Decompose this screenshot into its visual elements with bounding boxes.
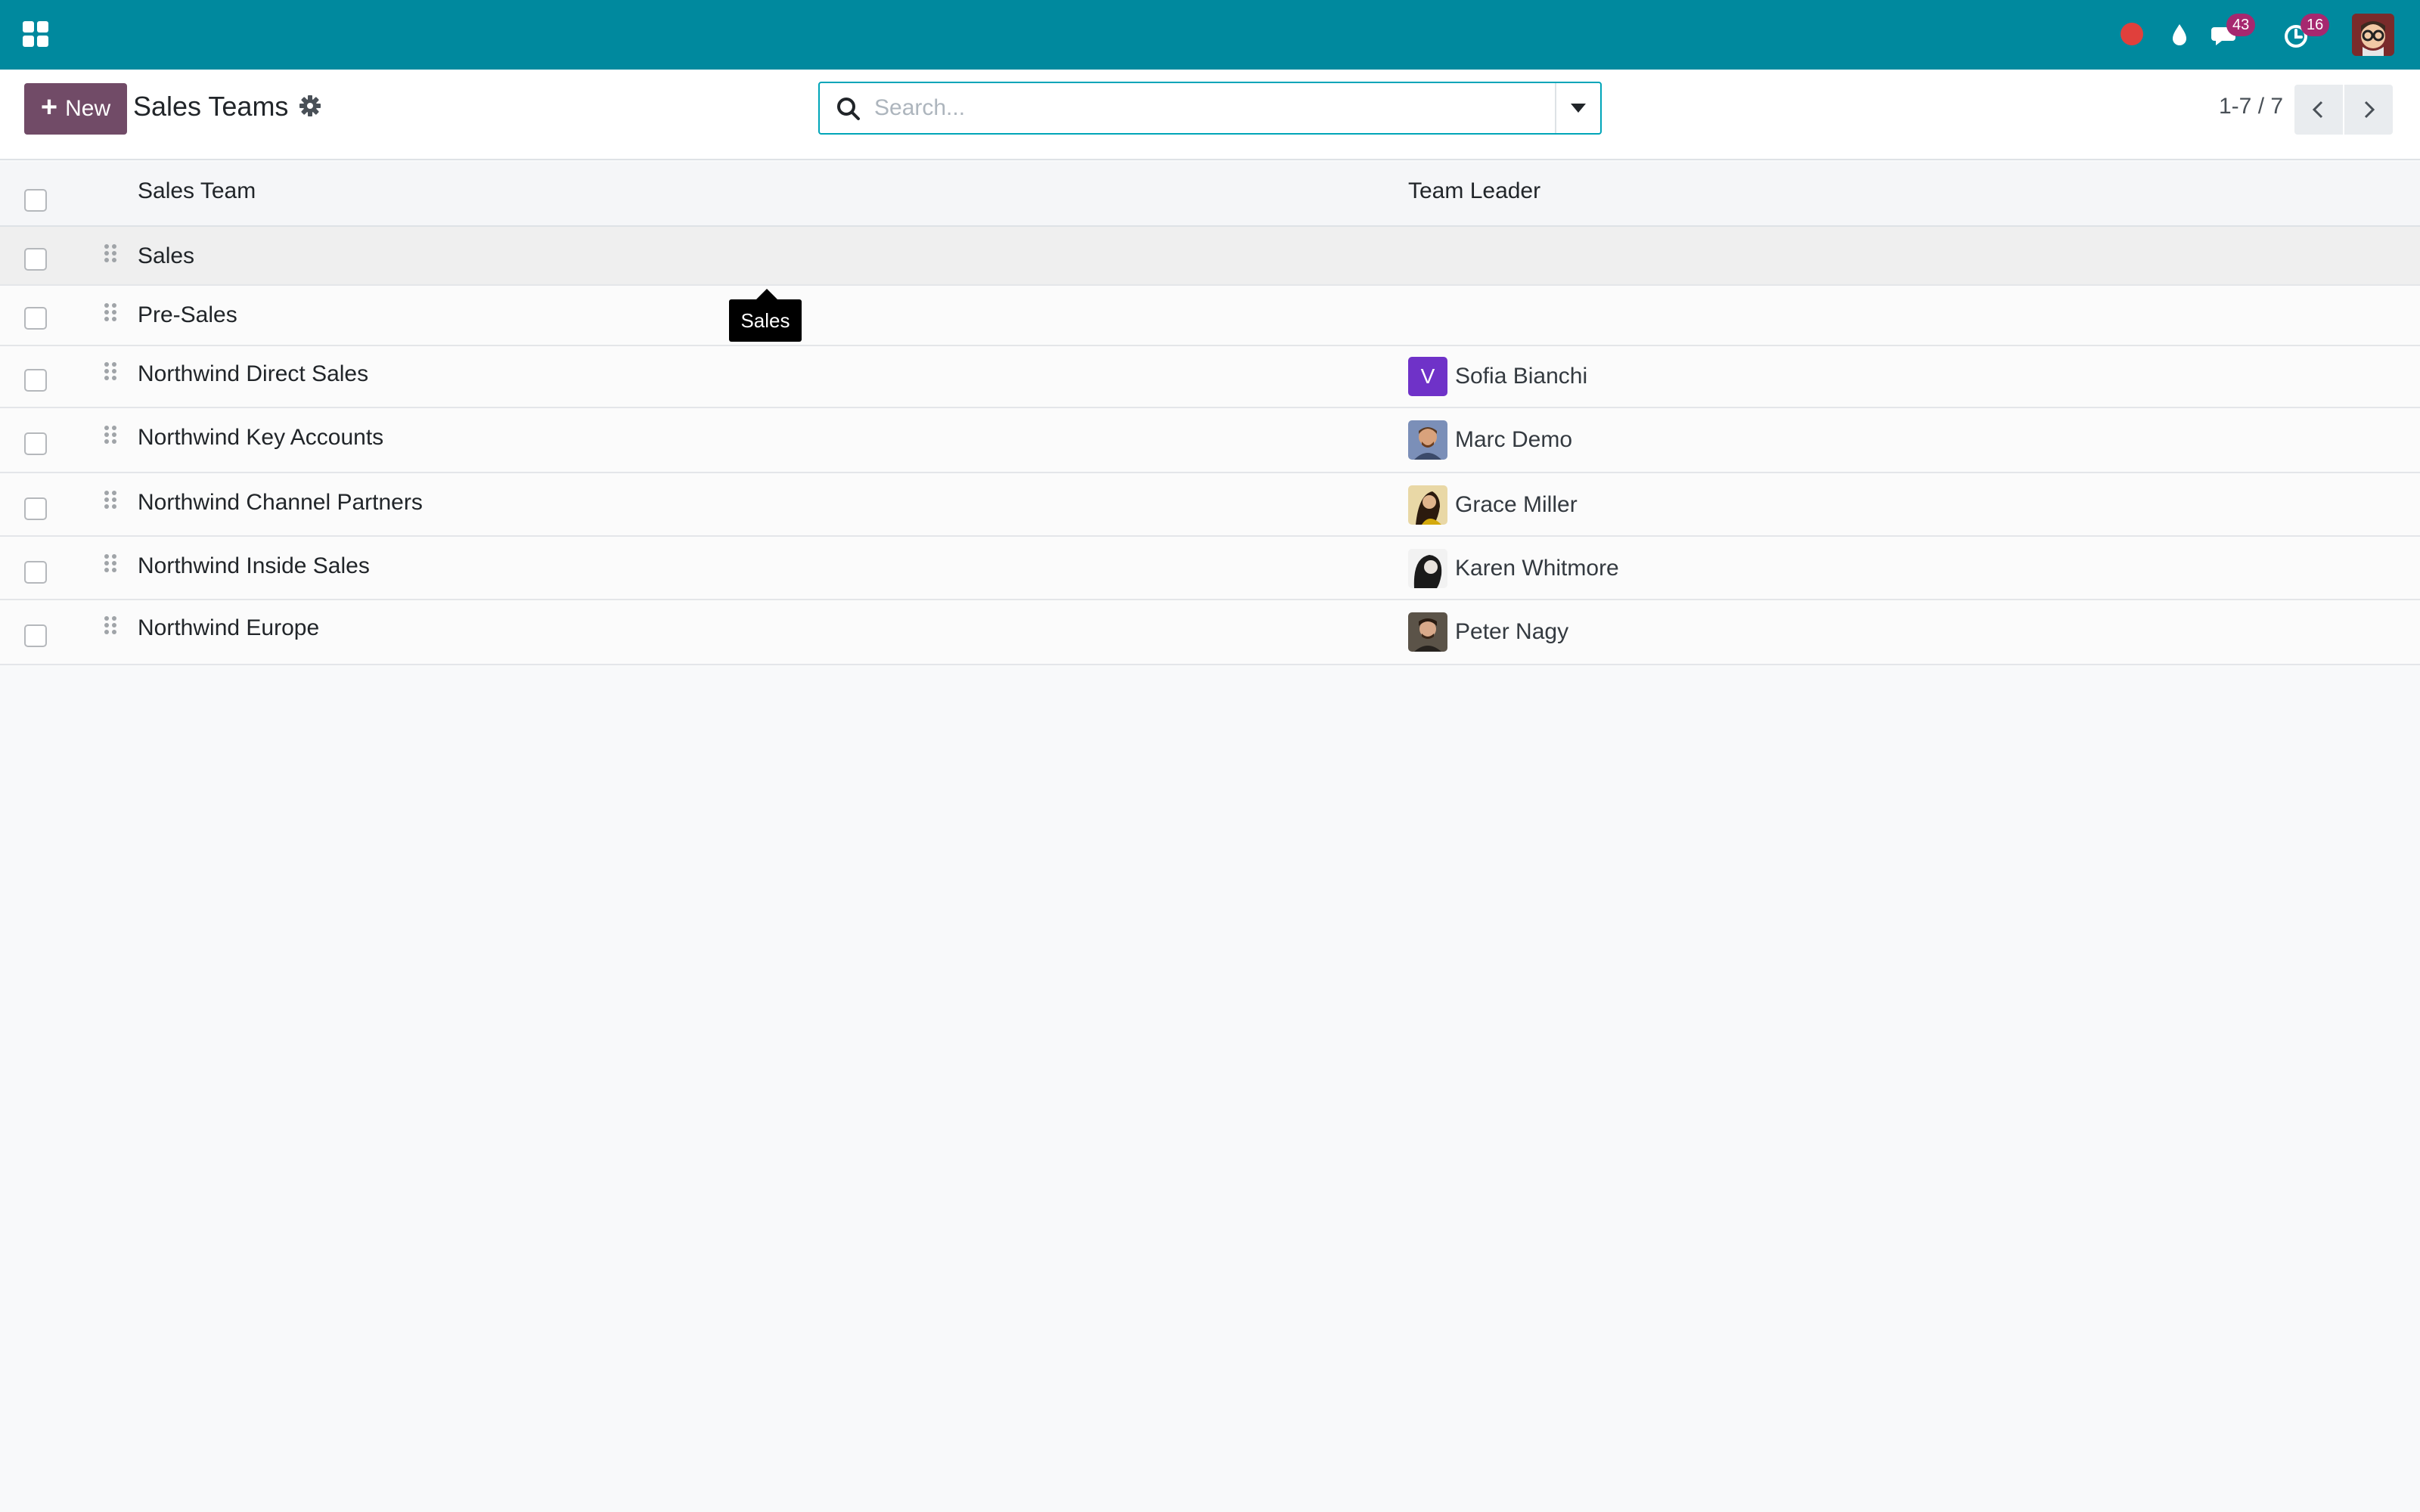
leader-name: Grace Miller [1455,492,1578,517]
search-options-toggle[interactable] [1555,83,1600,133]
row-checkbox[interactable] [24,248,47,271]
drag-handle-icon[interactable] [103,615,119,638]
avatar: V [1408,357,1447,396]
control-panel: + New Sales Teams 1-7 / 7 [0,70,2420,160]
list-header: Sales Team Team Leader [0,162,2420,227]
recording-icon[interactable] [2121,23,2143,45]
leader-name: Peter Nagy [1455,619,1569,644]
team-leader[interactable]: Marc Demo [1408,420,1572,460]
chevron-right-icon [2364,101,2375,119]
drag-handle-icon[interactable] [103,302,119,325]
table-row[interactable]: Northwind Europe Peter Nagy [0,600,2420,665]
team-leader[interactable]: V Sofia Bianchi [1408,357,1587,396]
pager-previous-button[interactable] [2294,85,2343,135]
team-name: Northwind Direct Sales [138,361,369,386]
select-all-checkbox[interactable] [24,189,47,212]
team-leader[interactable]: Karen Whitmore [1408,549,1619,588]
tooltip: Sales [729,289,802,342]
column-header-team-leader[interactable]: Team Leader [1408,178,1540,204]
gear-icon[interactable] [298,94,322,118]
search-box [818,82,1602,135]
messages-count-badge: 43 [2226,14,2256,36]
team-name: Northwind Europe [138,615,320,640]
leader-name: Sofia Bianchi [1455,364,1588,389]
pager-next-button[interactable] [2344,85,2393,135]
leader-name: Marc Demo [1455,427,1573,452]
apps-menu-icon[interactable] [23,21,48,47]
team-name: Northwind Key Accounts [138,425,384,450]
leader-name: Karen Whitmore [1455,556,1619,581]
new-button-label: New [65,96,111,121]
user-avatar[interactable] [2352,14,2394,56]
page-title: Sales Teams [133,91,289,122]
team-name: Pre-Sales [138,302,237,327]
search-input[interactable] [874,89,1555,127]
chevron-left-icon [2312,101,2323,119]
table-row[interactable]: Northwind Channel Partners Grace Miller [0,473,2420,537]
team-leader[interactable]: Peter Nagy [1408,612,1568,652]
pager-value[interactable]: 1-7 / 7 [2219,94,2283,119]
column-header-sales-team[interactable]: Sales Team [138,178,256,204]
row-checkbox[interactable] [24,307,47,330]
team-leader[interactable]: Grace Miller [1408,485,1578,525]
avatar [1408,485,1447,525]
activities-count-badge: 16 [2301,14,2330,36]
drag-handle-icon[interactable] [103,553,119,576]
plus-icon: + [40,91,58,123]
caret-down-icon [1571,104,1586,113]
drag-handle-icon[interactable] [103,425,119,448]
top-navbar: 43 16 [0,0,2420,70]
avatar [1408,549,1447,588]
avatar [1408,420,1447,460]
team-name: Sales [138,243,195,268]
table-row[interactable]: Northwind Key Accounts Marc Demo [0,408,2420,473]
drag-handle-icon[interactable] [103,243,119,266]
water-drop-icon[interactable] [2164,20,2195,50]
table-row[interactable]: Northwind Direct Sales V Sofia Bianchi [0,346,2420,408]
new-button[interactable]: + New [24,83,127,135]
avatar [1408,612,1447,652]
row-checkbox[interactable] [24,624,47,647]
table-row[interactable]: Northwind Inside Sales Karen Whitmore [0,537,2420,600]
row-checkbox[interactable] [24,432,47,455]
drag-handle-icon[interactable] [103,490,119,513]
search-icon [837,98,860,120]
team-name: Northwind Channel Partners [138,490,423,515]
table-row[interactable]: Sales [0,227,2420,286]
team-name: Northwind Inside Sales [138,553,370,578]
table-row[interactable]: Pre-Sales [0,286,2420,346]
row-checkbox[interactable] [24,561,47,584]
row-checkbox[interactable] [24,369,47,392]
sales-teams-list: Sales Team Team Leader Sales Pre-Sales N… [0,162,2420,665]
row-checkbox[interactable] [24,497,47,520]
drag-handle-icon[interactable] [103,361,119,384]
